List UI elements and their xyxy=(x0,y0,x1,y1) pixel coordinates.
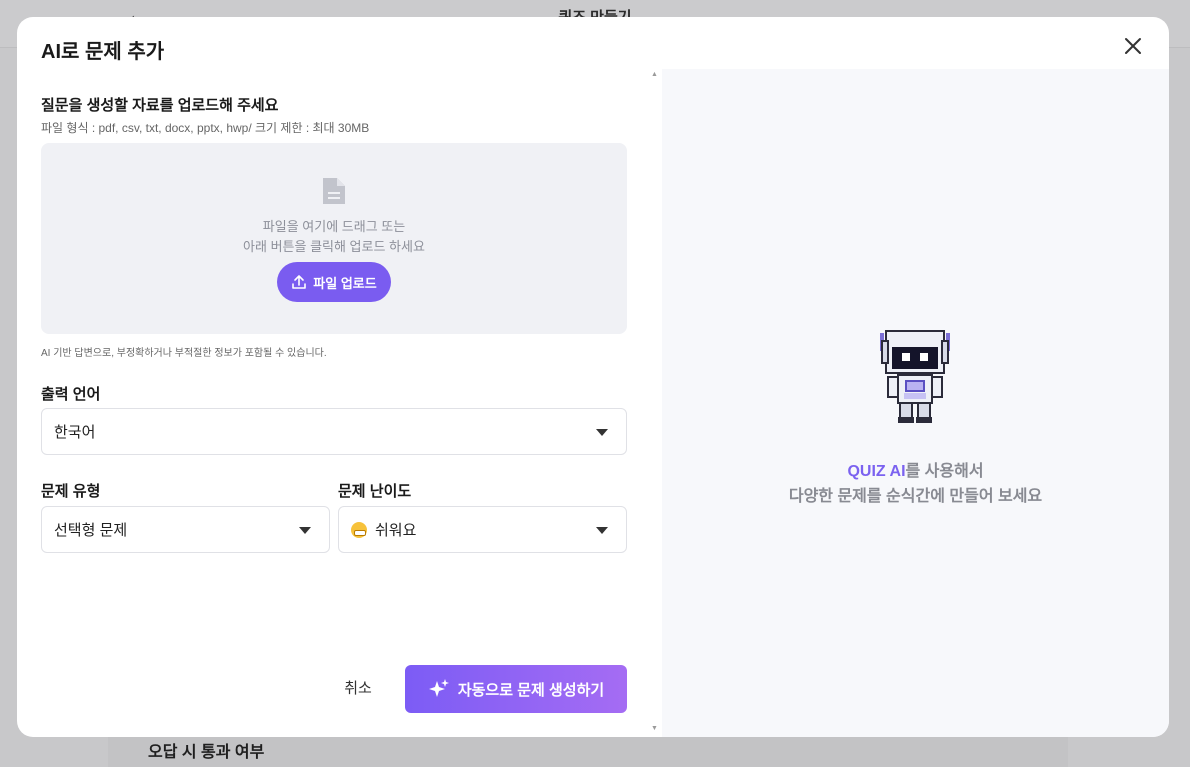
promo-line-1-rest: 를 사용해서 xyxy=(905,463,984,480)
promo-accent: QUIZ AI xyxy=(847,463,906,480)
upload-label: 질문을 생성할 자료를 업로드해 주세요 xyxy=(41,97,279,114)
scrollbar-up-arrow-icon[interactable]: ▲ xyxy=(651,71,658,78)
generate-button-label: 자동으로 문제 생성하기 xyxy=(457,681,605,699)
modal-title: AI로 문제 추가 xyxy=(41,41,165,63)
file-format-hint: 파일 형식 : pdf, csv, txt, docx, pptx, hwp/ … xyxy=(41,121,370,135)
upload-icon xyxy=(292,275,307,289)
output-language-select[interactable]: 한국어 xyxy=(41,408,627,455)
promo-line-1: QUIZ AI를 사용해서 xyxy=(662,457,1169,481)
caret-down-icon xyxy=(596,527,608,534)
generate-questions-button[interactable]: 자동으로 문제 생성하기 xyxy=(405,665,627,713)
question-type-label: 문제 유형 xyxy=(41,483,101,500)
question-type-select[interactable]: 선택형 문제 xyxy=(41,506,330,553)
difficulty-select[interactable]: 쉬워요 xyxy=(338,506,627,553)
sparkle-icon xyxy=(428,679,449,697)
difficulty-label: 문제 난이도 xyxy=(338,483,412,500)
scrollbar-down-arrow-icon[interactable]: ▼ xyxy=(651,725,658,732)
dropzone-text-2: 아래 버튼을 클릭해 업로드 하세요 xyxy=(243,239,425,254)
file-upload-button-label: 파일 업로드 xyxy=(313,275,377,291)
document-icon xyxy=(323,178,345,204)
caret-down-icon xyxy=(596,429,608,436)
promo-panel: QUIZ AI를 사용해서 다양한 문제를 순식간에 만들어 보세요 xyxy=(662,69,1169,737)
cancel-button[interactable]: 취소 xyxy=(331,677,385,698)
background-section-label: 오답 시 통과 여부 xyxy=(148,744,265,761)
output-language-value: 한국어 xyxy=(54,424,96,441)
output-language-label: 출력 언어 xyxy=(41,386,101,403)
difficulty-value: 쉬워요 xyxy=(375,522,417,539)
file-dropzone[interactable]: 파일을 여기에 드래그 또는 아래 버튼을 클릭해 업로드 하세요 파일 업로드 xyxy=(41,143,627,334)
caret-down-icon xyxy=(299,527,311,534)
ai-disclaimer: AI 기반 답변으로, 부정확하거나 부적절한 정보가 포함될 수 있습니다. xyxy=(41,348,327,359)
ai-question-modal: AI로 문제 추가 QUIZ AI를 사용해서 다양한 문제를 순식간에 만들어… xyxy=(17,17,1169,737)
close-icon[interactable] xyxy=(1120,33,1146,59)
question-type-value: 선택형 문제 xyxy=(54,522,128,539)
dropzone-text-1: 파일을 여기에 드래그 또는 xyxy=(262,219,406,234)
promo-line-2: 다양한 문제를 순식간에 만들어 보세요 xyxy=(788,488,1043,505)
file-upload-button[interactable]: 파일 업로드 xyxy=(277,262,391,302)
robot-mascot-icon xyxy=(880,330,950,423)
grinning-face-icon xyxy=(351,521,367,538)
